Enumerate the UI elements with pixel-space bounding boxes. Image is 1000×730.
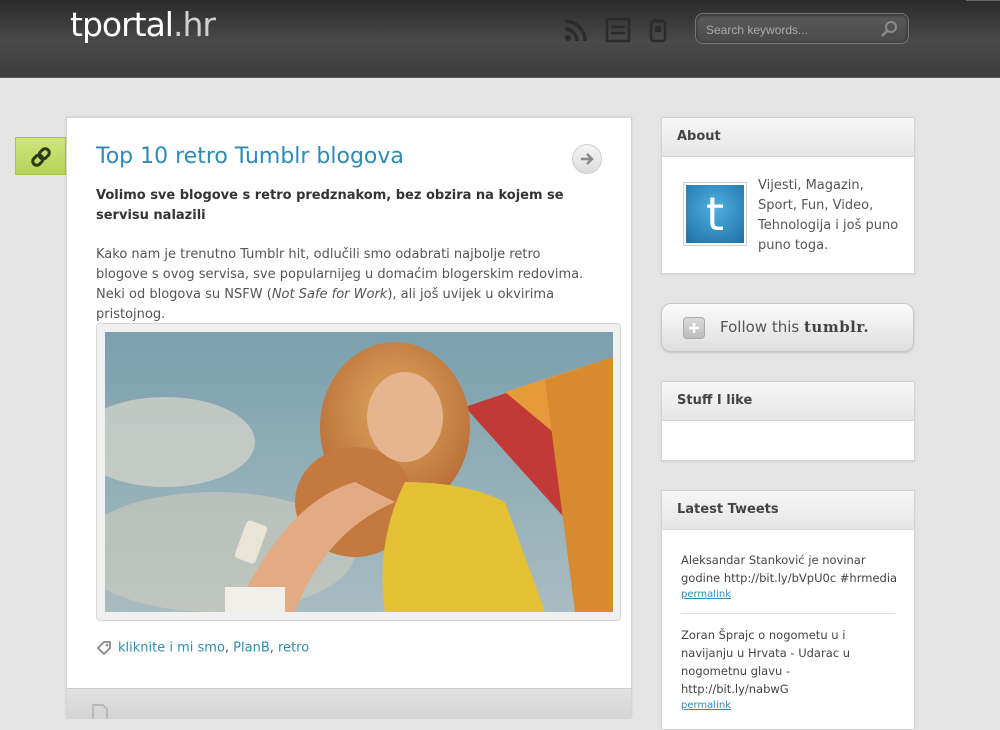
post-body: Kako nam je trenutno Tumblr hit, odlučil…: [96, 245, 596, 325]
tweets-title: Latest Tweets: [662, 491, 914, 530]
avatar[interactable]: t: [683, 182, 747, 246]
plus-icon-box: [683, 317, 705, 339]
follow-label-brand: tumblr.: [803, 318, 870, 336]
tweet-item: Aleksandar Stanković je novinar godine h…: [681, 551, 899, 603]
link-icon: [31, 147, 51, 167]
post-footer: [67, 688, 631, 719]
tweet-text: Zoran Šprajc o nogometu u i navijanju u …: [681, 628, 851, 696]
post-photo[interactable]: [105, 332, 613, 612]
tweet-divider: [681, 613, 895, 614]
post-title[interactable]: Top 10 retro Tumblr blogova: [96, 144, 404, 169]
post-image-frame: [96, 323, 621, 621]
tag-link[interactable]: PlanB: [233, 641, 270, 656]
document-icon: [92, 704, 108, 719]
logo-main: tportal: [70, 5, 174, 44]
plus-icon: [689, 323, 699, 333]
newsletter-icon[interactable]: [605, 17, 631, 43]
post-card: Top 10 retro Tumblr blogova Volimo sve b…: [66, 117, 632, 719]
tag-link[interactable]: kliknite i mi smo: [118, 641, 225, 656]
logo-ext: .hr: [172, 5, 216, 44]
about-title: About: [662, 118, 914, 157]
stuff-i-like-widget: Stuff I like: [661, 381, 915, 461]
tweet-text: Aleksandar Stanković je novinar godine h…: [681, 553, 898, 585]
avatar-letter: t: [705, 187, 725, 241]
header-corner-divider: [966, 0, 1000, 7]
tag-icon: [96, 641, 111, 656]
follow-tumblr-button[interactable]: Follow this tumblr.: [661, 303, 914, 352]
mobile-icon[interactable]: [645, 17, 671, 43]
search-icon[interactable]: [880, 20, 898, 38]
follow-label: Follow this tumblr.: [720, 318, 869, 336]
search-input[interactable]: [704, 19, 878, 41]
rss-icon[interactable]: [563, 17, 589, 43]
about-text: Vijesti, Magazin, Sport, Fun, Video, Teh…: [758, 178, 899, 253]
tumblr-avatar-image: t: [686, 185, 744, 243]
post-lead: Volimo sve blogove s retro predznakom, b…: [96, 188, 564, 223]
latest-tweets-widget: Latest Tweets Aleksandar Stanković je no…: [661, 490, 915, 730]
tag-separator: ,: [224, 640, 234, 656]
tag-link[interactable]: retro: [278, 641, 309, 656]
site-logo[interactable]: tportal.hr: [70, 4, 216, 46]
stuff-title: Stuff I like: [662, 382, 914, 421]
post-type-badge[interactable]: [15, 137, 66, 175]
arrow-right-icon: [581, 153, 594, 165]
tweet-item: Zoran Šprajc o nogometu u i navijanju u …: [681, 626, 899, 714]
post-permalink-button[interactable]: [572, 144, 602, 174]
tag-separator: ,: [269, 640, 279, 656]
post-tags: kliknite i mi smo, PlanB, retro: [96, 640, 309, 656]
post-body-emphasis: Not Safe for Work: [271, 287, 388, 302]
site-header: tportal.hr: [0, 0, 1000, 78]
about-widget: About t Vijesti, Magazin, Sport, Fun, Vi…: [661, 117, 915, 274]
follow-label-prefix: Follow this: [720, 318, 800, 336]
search-box: [695, 13, 909, 44]
tweet-permalink[interactable]: permalink: [681, 587, 899, 603]
retro-photo: [105, 332, 613, 612]
